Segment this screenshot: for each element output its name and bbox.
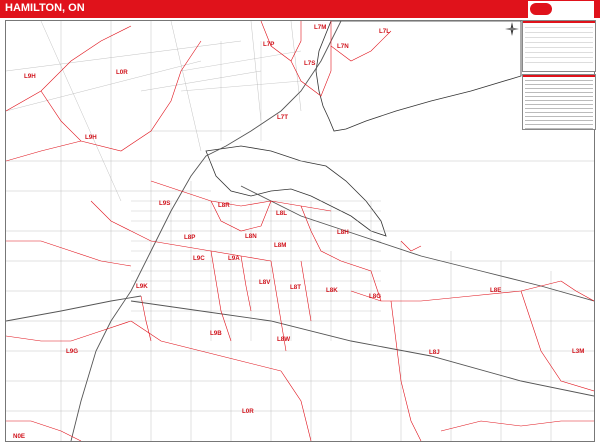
zone-label: L9A <box>228 255 240 262</box>
zone-label: L9H <box>85 134 97 141</box>
zone-label: L7P <box>263 41 274 48</box>
zone-label: N0E <box>13 433 25 440</box>
zone-label: L8N <box>245 233 257 240</box>
zone-label: L9H <box>24 73 36 80</box>
zone-label: L9C <box>193 255 205 262</box>
zone-label: L8J <box>429 349 440 356</box>
compass-rose-icon <box>505 22 519 36</box>
zone-label: L3M <box>572 348 584 355</box>
zip-index-table <box>522 74 596 130</box>
publisher-logo-icon <box>528 1 594 18</box>
road-network <box>6 21 594 441</box>
zone-label: L7M <box>314 24 326 31</box>
map-frame[interactable]: L7M L7L L7P L7N L9H L0R L7S L7T L9H L9S … <box>5 20 595 442</box>
zone-label: L7S <box>304 60 315 67</box>
zone-label: L8T <box>290 284 301 291</box>
zone-label: L8R <box>218 202 230 209</box>
zone-label: L7T <box>277 114 288 121</box>
zone-label: L0R <box>116 69 128 76</box>
zone-labels: L7M L7L L7P L7N L9H L0R L7S L7T L9H L9S … <box>13 24 584 440</box>
zip-table-row <box>525 125 593 129</box>
lake-water <box>315 21 522 132</box>
map-title: HAMILTON, ON <box>5 2 85 14</box>
zone-label: L8G <box>369 293 381 300</box>
zone-label: L8E <box>490 287 501 294</box>
title-banner: HAMILTON, ON <box>0 0 600 18</box>
zone-label: L8M <box>274 242 286 249</box>
zone-label: L8V <box>259 279 271 286</box>
logo-badge-shape <box>530 3 552 15</box>
map-legend <box>522 20 596 72</box>
zone-label: L8K <box>326 287 338 294</box>
zone-label: L7N <box>337 43 349 50</box>
zone-label: L9S <box>159 200 170 207</box>
zone-label: L8H <box>337 229 349 236</box>
map-canvas[interactable]: L7M L7L L7P L7N L9H L0R L7S L7T L9H L9S … <box>6 21 594 441</box>
legend-row <box>525 58 593 63</box>
zone-label: L0R <box>242 408 254 415</box>
zone-label: L8W <box>277 336 290 343</box>
zone-label: L8P <box>184 234 195 241</box>
zone-label: L9K <box>136 283 148 290</box>
zone-label: L8L <box>276 210 287 217</box>
zone-label: L9G <box>66 348 78 355</box>
zone-label: L9B <box>210 330 222 337</box>
zone-label: L7L <box>379 28 390 35</box>
harbour-water <box>205 145 387 237</box>
